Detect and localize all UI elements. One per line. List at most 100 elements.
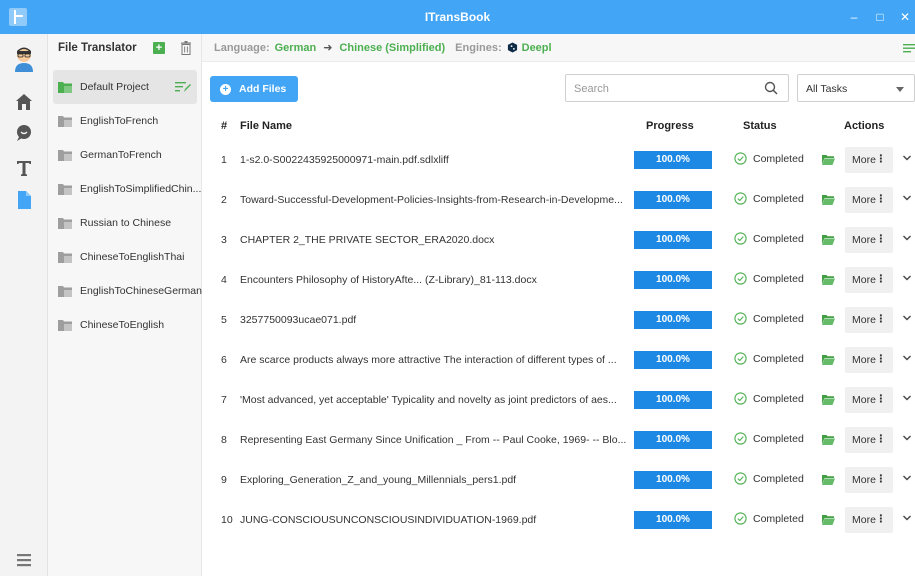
- open-folder-icon[interactable]: [822, 234, 835, 245]
- status-text: Completed: [753, 312, 804, 325]
- table-row[interactable]: 6 Are scarce products always more attract…: [202, 340, 915, 380]
- sidebar-item-project[interactable]: EnglishToFrench: [48, 104, 202, 138]
- chat-icon[interactable]: [12, 120, 36, 144]
- status-text: Completed: [753, 512, 804, 525]
- edit-icon[interactable]: [175, 81, 191, 93]
- folder-icon: [58, 150, 72, 161]
- table-row[interactable]: 9 Exploring_Generation_Z_and_young_Millen…: [202, 460, 915, 500]
- table-row[interactable]: 8 Representing East Germany Since Unifica…: [202, 420, 915, 460]
- chevron-down-icon[interactable]: [902, 513, 912, 523]
- more-button[interactable]: More ⋮: [845, 267, 893, 293]
- more-label: More: [852, 434, 876, 446]
- table-row[interactable]: 10 JUNG-CONSCIOUSUNCONSCIOUSINDIVIDUATION…: [202, 500, 915, 540]
- search-input[interactable]: [574, 80, 754, 97]
- open-folder-icon[interactable]: [822, 514, 835, 525]
- open-folder-icon[interactable]: [822, 154, 835, 165]
- title-bar: ITransBook – □ ✕: [0, 0, 915, 34]
- progress-text: 100.0%: [656, 314, 690, 325]
- chevron-down-icon[interactable]: [902, 393, 912, 403]
- chevron-down-icon[interactable]: [902, 193, 912, 203]
- table-row[interactable]: 7 'Most advanced, yet acceptable' Typical…: [202, 380, 915, 420]
- more-vertical-icon: ⋮: [875, 313, 887, 325]
- nav-rail: [0, 34, 48, 576]
- trash-icon[interactable]: [180, 41, 192, 55]
- file-name: Encounters Philosophy of HistoryAfte... …: [240, 274, 537, 286]
- status-text: Completed: [753, 152, 804, 165]
- progress-bar: 100.0%: [634, 391, 712, 409]
- status-badge: Completed: [734, 352, 804, 365]
- chevron-down-icon[interactable]: [902, 313, 912, 323]
- file-name: 'Most advanced, yet acceptable' Typicali…: [240, 394, 617, 406]
- avatar[interactable]: [13, 46, 35, 72]
- more-button[interactable]: More ⋮: [845, 227, 893, 253]
- filter-menu-icon[interactable]: [903, 42, 915, 54]
- open-folder-icon[interactable]: [822, 354, 835, 365]
- sidebar-item-project[interactable]: EnglishToSimplifiedChin...: [48, 172, 202, 206]
- open-folder-icon[interactable]: [822, 194, 835, 205]
- file-name: Exploring_Generation_Z_and_young_Millenn…: [240, 474, 517, 486]
- progress-bar: 100.0%: [634, 511, 712, 529]
- chevron-down-icon[interactable]: [902, 273, 912, 283]
- more-button[interactable]: More ⋮: [845, 467, 893, 493]
- sidebar-item-project[interactable]: GermanToFrench: [48, 138, 202, 172]
- status-text: Completed: [753, 232, 804, 245]
- folder-icon: [58, 286, 72, 297]
- more-button[interactable]: More ⋮: [845, 427, 893, 453]
- sidebar-item-project[interactable]: ChineseToEnglishThai: [48, 240, 202, 274]
- more-label: More: [852, 274, 876, 286]
- sidebar-item-label: EnglishToChineseGerman: [80, 285, 202, 297]
- more-button[interactable]: More ⋮: [845, 307, 893, 333]
- open-folder-icon[interactable]: [822, 274, 835, 285]
- file-icon[interactable]: [12, 188, 36, 212]
- sidebar-item-project[interactable]: Default Project: [53, 70, 197, 104]
- engine-name[interactable]: Deepl: [522, 42, 552, 54]
- status-badge: Completed: [734, 232, 804, 245]
- file-name: JUNG-CONSCIOUSUNCONSCIOUSINDIVIDUATION-1…: [240, 514, 537, 526]
- close-button[interactable]: ✕: [896, 8, 914, 26]
- add-project-icon[interactable]: +: [153, 42, 165, 54]
- chevron-down-icon[interactable]: [902, 233, 912, 243]
- open-folder-icon[interactable]: [822, 314, 835, 325]
- more-button[interactable]: More ⋮: [845, 347, 893, 373]
- more-button[interactable]: More ⋮: [845, 147, 893, 173]
- search-icon[interactable]: [764, 81, 778, 95]
- open-folder-icon[interactable]: [822, 394, 835, 405]
- row-number: 6: [221, 354, 227, 366]
- list-icon[interactable]: [12, 548, 36, 572]
- sidebar-item-project[interactable]: EnglishToChineseGerman: [48, 274, 202, 308]
- progress-text: 100.0%: [656, 394, 690, 405]
- minimize-button[interactable]: –: [845, 8, 863, 26]
- chevron-down-icon[interactable]: [902, 153, 912, 163]
- chevron-down-icon[interactable]: [902, 353, 912, 363]
- task-filter-select[interactable]: All Tasks: [797, 74, 915, 102]
- progress-text: 100.0%: [656, 194, 690, 205]
- status-badge: Completed: [734, 192, 804, 205]
- source-language[interactable]: German: [275, 42, 317, 54]
- table-row[interactable]: 1 1-s2.0-S0022435925000971-main.pdf.sdlxl…: [202, 140, 915, 180]
- open-folder-icon[interactable]: [822, 474, 835, 485]
- table-row[interactable]: 5 3257750093ucae071.pdf 100.0% Completed Mor…: [202, 300, 915, 340]
- more-vertical-icon: ⋮: [875, 153, 887, 165]
- more-vertical-icon: ⋮: [875, 273, 887, 285]
- sidebar-item-label: GermanToFrench: [80, 149, 162, 161]
- chevron-down-icon[interactable]: [902, 433, 912, 443]
- table-row[interactable]: 2 Toward-Successful-Development-Policies-…: [202, 180, 915, 220]
- sidebar-item-project[interactable]: ChineseToEnglish: [48, 308, 202, 342]
- sidebar-item-label: EnglishToFrench: [80, 115, 159, 127]
- more-button[interactable]: More ⋮: [845, 387, 893, 413]
- more-button[interactable]: More ⋮: [845, 507, 893, 533]
- progress-bar: 100.0%: [634, 191, 712, 209]
- more-button[interactable]: More ⋮: [845, 187, 893, 213]
- chevron-down-icon[interactable]: [902, 473, 912, 483]
- sidebar-item-project[interactable]: Russian to Chinese: [48, 206, 202, 240]
- home-icon[interactable]: [12, 90, 36, 114]
- open-folder-icon[interactable]: [822, 434, 835, 445]
- maximize-button[interactable]: □: [871, 8, 889, 26]
- add-files-button[interactable]: + Add Files: [210, 76, 298, 102]
- table-row[interactable]: 3 CHAPTER 2_THE PRIVATE SECTOR_ERA2020.do…: [202, 220, 915, 260]
- target-language[interactable]: Chinese (Simplified): [339, 42, 445, 54]
- progress-bar: 100.0%: [634, 311, 712, 329]
- progress-text: 100.0%: [656, 474, 690, 485]
- table-row[interactable]: 4 Encounters Philosophy of HistoryAfte...…: [202, 260, 915, 300]
- text-icon[interactable]: [12, 156, 36, 180]
